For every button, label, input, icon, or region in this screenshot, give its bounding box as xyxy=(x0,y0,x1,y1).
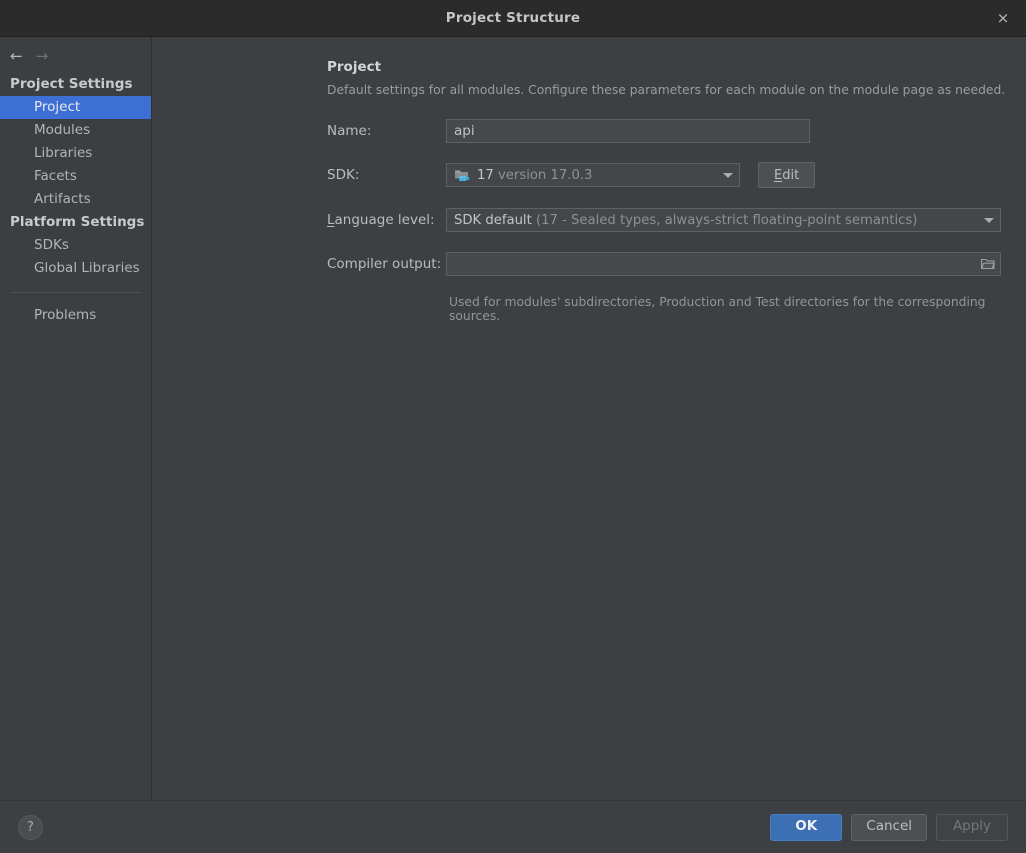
sidebar-item-project[interactable]: Project xyxy=(0,96,151,119)
java-sdk-folder-icon xyxy=(454,168,471,183)
language-level-mnemonic: L xyxy=(327,212,335,228)
close-icon[interactable]: × xyxy=(980,0,1026,37)
compiler-output-row: Compiler output: xyxy=(327,252,1026,276)
sdk-row: SDK: 17 version 17.0.3 Edit xyxy=(327,162,1026,188)
language-level-label: Language level: xyxy=(327,212,446,228)
project-name-input[interactable] xyxy=(446,119,810,143)
content-panel: Project Default settings for all modules… xyxy=(152,37,1026,800)
help-glyph: ? xyxy=(27,819,34,835)
name-label: Name: xyxy=(327,123,372,139)
edit-button-mnemonic: E xyxy=(774,167,783,183)
sidebar-group-project-settings: Project Settings xyxy=(10,76,133,92)
language-level-value: SDK default (17 - Sealed types, always-s… xyxy=(454,213,978,228)
dialog-footer: ? OK Cancel Apply xyxy=(0,800,1026,853)
edit-button-rest: dit xyxy=(782,167,800,183)
sdk-version-full: version 17.0.3 xyxy=(497,167,593,183)
sidebar-item-global-libraries[interactable]: Global Libraries xyxy=(0,257,151,280)
cancel-button[interactable]: Cancel xyxy=(851,813,927,841)
arrow-left-icon[interactable]: ← xyxy=(10,49,23,64)
language-level-value-main: SDK default xyxy=(454,212,532,228)
apply-button[interactable]: Apply xyxy=(936,813,1008,841)
chevron-down-icon xyxy=(717,164,739,186)
compiler-output-hint: Used for modules' subdirectories, Produc… xyxy=(449,295,986,323)
project-structure-dialog: Project Structure × ← → Project Settings… xyxy=(0,0,1026,853)
page-description: Default settings for all modules. Config… xyxy=(327,83,1006,97)
sidebar-item-modules[interactable]: Modules xyxy=(0,119,151,142)
window-title: Project Structure xyxy=(445,10,581,26)
compiler-output-input[interactable] xyxy=(447,253,974,275)
dialog-body: ← → Project Settings Project Modules Lib… xyxy=(0,37,1026,800)
compiler-output-field xyxy=(446,252,1001,276)
sidebar-group-platform-settings: Platform Settings xyxy=(10,214,145,230)
sidebar: ← → Project Settings Project Modules Lib… xyxy=(0,37,152,800)
page-title: Project xyxy=(327,59,382,75)
sdk-combobox[interactable]: 17 version 17.0.3 xyxy=(446,163,740,187)
language-level-row: Language level: SDK default (17 - Sealed… xyxy=(327,207,1026,233)
sidebar-history-nav: ← → xyxy=(0,45,151,73)
footer-buttons: OK Cancel Apply xyxy=(770,813,1008,841)
language-level-label-rest: anguage level: xyxy=(334,212,435,228)
title-bar: Project Structure × xyxy=(0,0,1026,37)
sidebar-item-facets[interactable]: Facets xyxy=(0,165,151,188)
arrow-right-icon[interactable]: → xyxy=(36,49,49,64)
name-row: Name: xyxy=(327,119,1026,143)
help-icon[interactable]: ? xyxy=(18,814,43,840)
ok-button[interactable]: OK xyxy=(770,813,843,841)
sdk-version-short: 17 xyxy=(477,167,494,183)
sidebar-item-libraries[interactable]: Libraries xyxy=(0,142,151,165)
compiler-output-label: Compiler output: xyxy=(327,256,442,272)
language-level-combobox[interactable]: SDK default (17 - Sealed types, always-s… xyxy=(446,208,1001,232)
sdk-combobox-value: 17 version 17.0.3 xyxy=(477,168,717,183)
edit-sdk-button[interactable]: Edit xyxy=(758,162,816,188)
sidebar-item-problems[interactable]: Problems xyxy=(0,304,151,327)
sidebar-item-sdks[interactable]: SDKs xyxy=(0,234,151,257)
language-level-value-detail: (17 - Sealed types, always-strict floati… xyxy=(535,212,918,228)
sidebar-item-artifacts[interactable]: Artifacts xyxy=(0,188,151,211)
sidebar-divider xyxy=(10,292,141,293)
chevron-down-icon xyxy=(978,209,1000,231)
folder-browse-icon[interactable] xyxy=(974,253,1000,275)
close-glyph: × xyxy=(996,9,1010,27)
content-inner: Project Default settings for all modules… xyxy=(152,59,1026,323)
sdk-label: SDK: xyxy=(327,167,360,183)
